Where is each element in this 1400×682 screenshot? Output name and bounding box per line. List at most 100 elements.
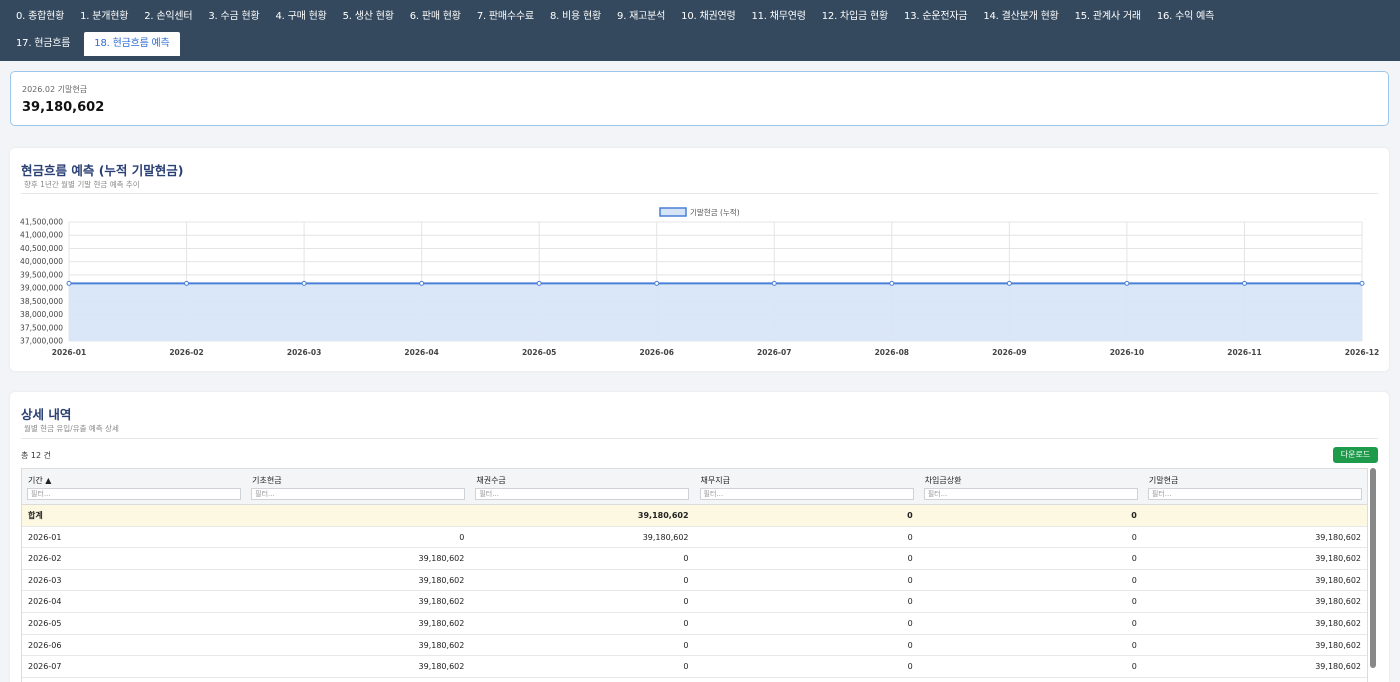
column-header-label[interactable]: 기간 ▲ [28, 475, 51, 486]
nav-tab[interactable]: 15. 관계사 거래 [1067, 5, 1149, 29]
data-point [1124, 280, 1130, 286]
table-cell [1143, 505, 1367, 526]
nav-tab[interactable]: 17. 현금흐름 [8, 32, 78, 56]
table-row[interactable]: 2026-07 39,180,602 0 0 0 39,180,602 [22, 656, 1367, 678]
data-point [184, 280, 190, 286]
nav-tab[interactable]: 6. 판매 현황 [402, 5, 469, 29]
table-row[interactable]: 2026-01 0 39,180,602 0 0 39,180,602 [22, 527, 1367, 549]
nav-tab[interactable]: 0. 종합현황 [8, 5, 72, 29]
column-header[interactable]: 기초현금필터... [246, 469, 470, 504]
column-filter-input[interactable]: 필터... [475, 488, 690, 500]
record-count: 총 12 건 [21, 451, 51, 460]
column-filter-input[interactable]: 필터... [27, 488, 241, 500]
nav-tab[interactable]: 7. 판매수수료 [469, 5, 542, 29]
data-point [1359, 280, 1365, 286]
table-cell: 39,180,602 [1315, 575, 1362, 585]
column-header[interactable]: 채무지급필터... [695, 469, 919, 504]
nav-tab[interactable]: 16. 수익 예측 [1149, 5, 1222, 29]
table-cell: 39,180,602 [1315, 618, 1362, 628]
column-filter-input[interactable]: 필터... [251, 488, 466, 500]
grid-header: 기간 ▲ 필터... 기초현금 필터... 채권수금 필터... 채무지급 필터... 차입금상… [22, 469, 1367, 505]
kpi-card: 2026.02 기말현금 39,180,602 [10, 71, 1389, 126]
nav-tab[interactable]: 5. 생산 현황 [335, 5, 402, 29]
column-filter-input[interactable]: 필터... [699, 488, 914, 500]
table-row[interactable]: 2026-04 39,180,602 0 0 0 39,180,602 [22, 591, 1367, 613]
y-tick-label: 39,500,000 [20, 270, 63, 279]
table-row[interactable]: 2026-05 39,180,602 0 0 0 39,180,602 [22, 613, 1367, 635]
grid-body: 합계 39,180,602 0 0 2026-01 0 39,180,602 0 0 39,180… [22, 505, 1367, 678]
column-header-label[interactable]: 기초현금 [252, 475, 281, 486]
x-tick-label: 2026-08 [875, 348, 909, 357]
nav-tab[interactable]: 14. 결산분개 현황 [975, 5, 1066, 29]
nav-tab[interactable]: 4. 구매 현황 [267, 5, 334, 29]
data-point [419, 280, 425, 286]
nav-row-1: 0. 종합현황 1. 분개현황 2. 손익센터 3. 수금 현황 4. 구매 현황 5. … [8, 5, 1222, 29]
chart-panel: 현금흐름 예측 (누적 기말현금) 향후 1년간 월별 기말 현금 예측 추이 … [10, 148, 1389, 371]
nav-tab[interactable]: 8. 비용 현황 [542, 5, 609, 29]
table-cell: 39,180,602 [418, 554, 465, 564]
table-cell: 0 [683, 597, 689, 607]
nav-tab[interactable]: 9. 재고분석 [609, 5, 673, 29]
legend-swatch [659, 207, 687, 217]
table-row[interactable]: 2026-02 39,180,602 0 0 0 39,180,602 [22, 548, 1367, 570]
nav-tab[interactable]: 10. 채권연령 [673, 5, 743, 29]
x-tick-label: 2026-03 [287, 348, 321, 357]
table-cell: 39,180,602 [1315, 640, 1362, 650]
cash-forecast-chart: 41,500,000 41,000,000 40,500,000 40,000,000… [20, 207, 1379, 357]
table-row[interactable]: 2026-06 39,180,602 0 0 0 39,180,602 [22, 635, 1367, 657]
x-tick-label: 2026-11 [1227, 348, 1261, 357]
x-tick-label: 2026-09 [992, 348, 1026, 357]
column-header[interactable]: 채권수금필터... [470, 469, 694, 504]
table-subtitle: 월별 현금 유입/유출 예측 상세 [24, 424, 119, 433]
table-cell: 0 [907, 511, 913, 520]
data-point [1241, 280, 1247, 286]
table-cell: 39,180,602 [418, 597, 465, 607]
column-filter-input[interactable]: 필터... [1147, 488, 1362, 500]
table-cell: 0 [1131, 511, 1137, 520]
column-header-label[interactable]: 채권수금 [476, 475, 505, 486]
table-cell: 2026-02 [28, 554, 62, 564]
nav-tab[interactable]: 18. 현금흐름 예측 [84, 32, 180, 56]
table-cell: 0 [683, 554, 689, 564]
grid-scrollbar[interactable] [1370, 468, 1376, 668]
x-tick-label: 2026-05 [522, 348, 556, 357]
table-cell: 0 [459, 532, 465, 542]
y-tick-label: 41,500,000 [20, 218, 63, 227]
table-cell: 0 [907, 554, 913, 564]
legend-label: 기말현금 (누적) [690, 207, 740, 217]
table-cell: 39,180,602 [1315, 662, 1362, 672]
table-cell: 2026-03 [28, 575, 62, 585]
table-cell: 0 [1131, 640, 1137, 650]
column-header-label[interactable]: 채무지급 [701, 475, 730, 486]
column-header-label[interactable]: 차입금상환 [925, 475, 962, 486]
nav-tab[interactable]: 11. 채무연령 [743, 5, 813, 29]
total-row[interactable]: 합계 39,180,602 0 0 [22, 505, 1367, 527]
x-tick-label: 2026-02 [169, 348, 203, 357]
y-tick-label: 41,000,000 [20, 231, 63, 240]
table-cell: 0 [683, 575, 689, 585]
nav-tab[interactable]: 12. 차입금 현황 [814, 5, 896, 29]
table-cell: 39,180,602 [1315, 532, 1362, 542]
nav-tab[interactable]: 1. 분개현황 [72, 5, 136, 29]
nav-tab[interactable]: 3. 수금 현황 [200, 5, 267, 29]
x-tick-label: 2026-12 [1345, 348, 1379, 357]
table-cell: 0 [907, 532, 913, 542]
x-tick-label: 2026-04 [404, 348, 438, 357]
download-button[interactable]: 다운로드 [1333, 447, 1378, 463]
column-header[interactable]: 기말현금필터... [1143, 469, 1367, 504]
table-row[interactable]: 2026-03 39,180,602 0 0 0 39,180,602 [22, 570, 1367, 592]
x-tick-label: 2026-01 [52, 348, 86, 357]
table-cell: 0 [907, 640, 913, 650]
nav-tab[interactable]: 13. 순운전자금 [896, 5, 975, 29]
column-filter-input[interactable]: 필터... [923, 488, 1138, 500]
data-point [889, 280, 895, 286]
column-header-label[interactable]: 기말현금 [1149, 475, 1178, 486]
kpi-value: 39,180,602 [22, 100, 105, 115]
table-cell: 0 [1131, 575, 1137, 585]
table-cell: 0 [1131, 597, 1137, 607]
nav-tab[interactable]: 2. 손익센터 [136, 5, 200, 29]
table-cell: 합계 [28, 511, 43, 520]
table-cell: 0 [1131, 662, 1137, 672]
column-header[interactable]: 차입금상환필터... [919, 469, 1143, 504]
column-header[interactable]: 기간 ▲ 필터... [22, 469, 246, 504]
